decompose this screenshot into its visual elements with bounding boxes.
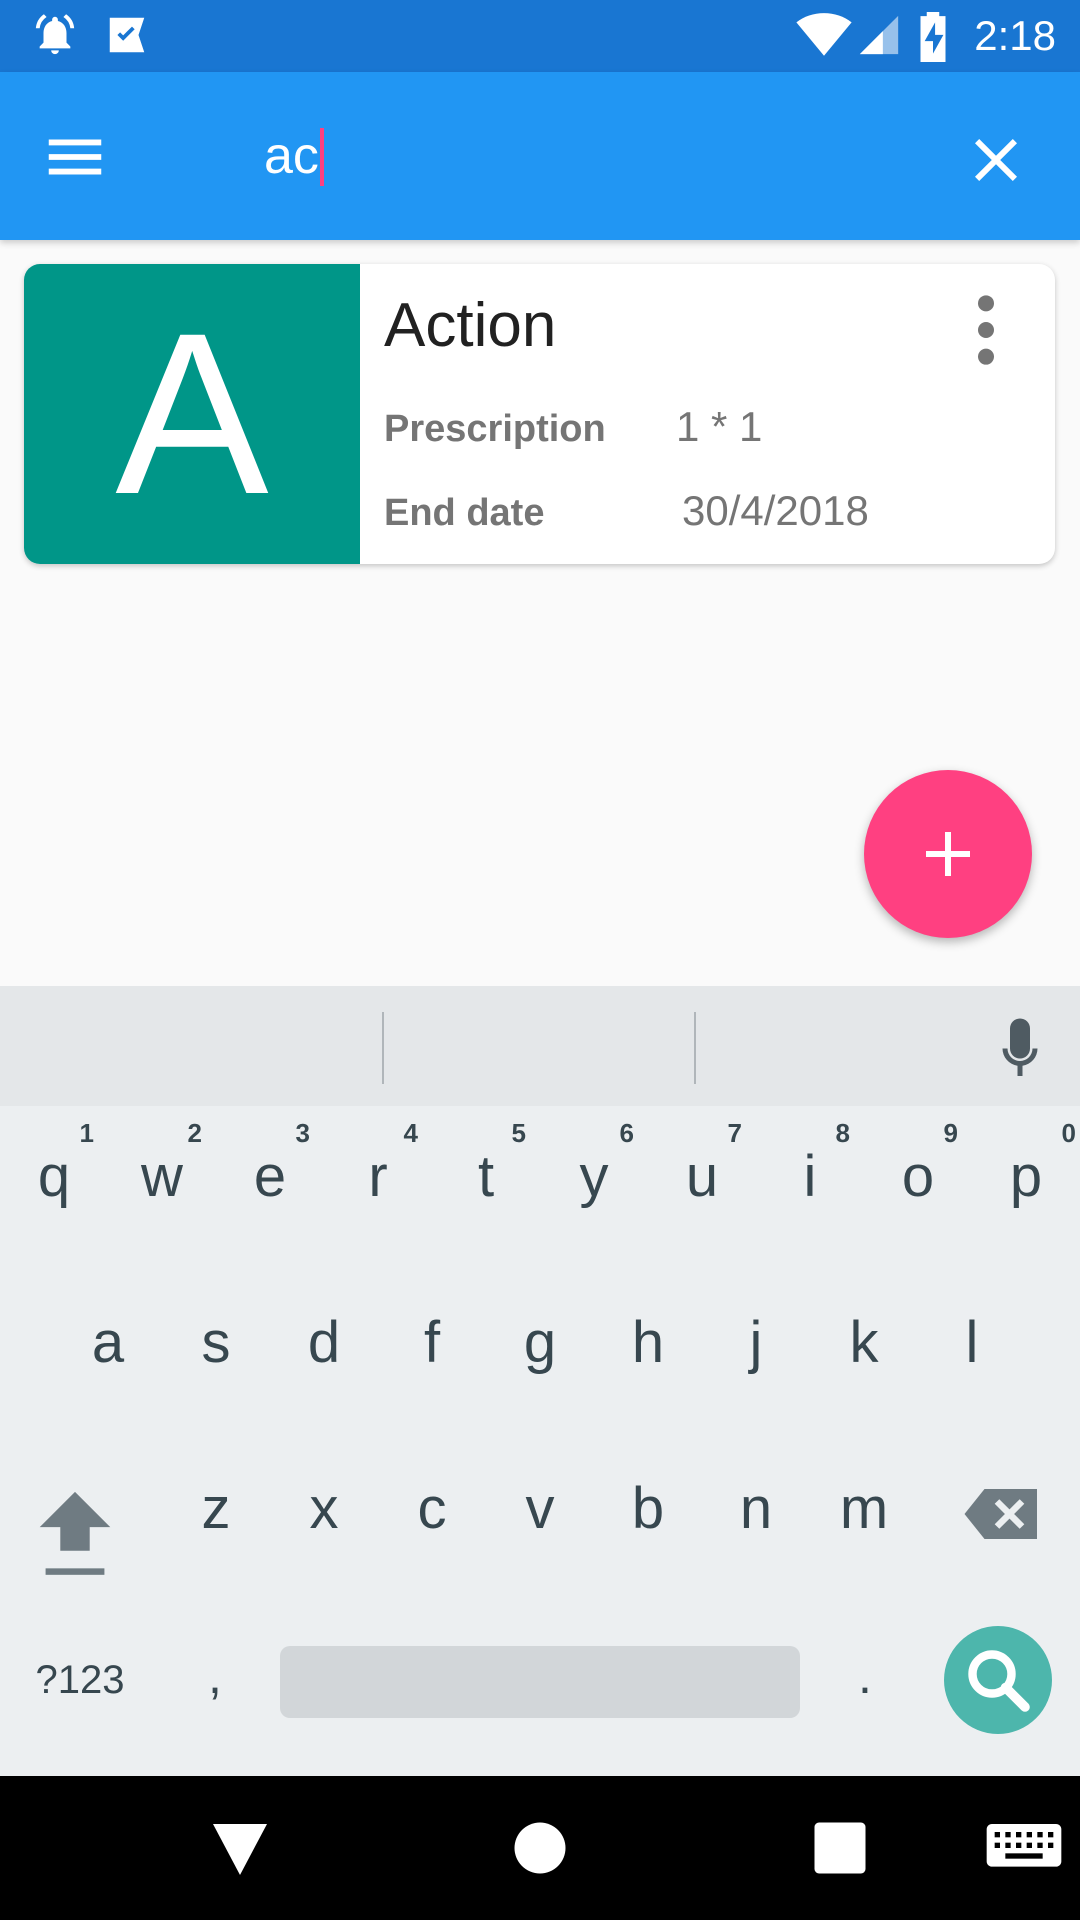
status-bar: 2:18	[0, 0, 1080, 72]
mic-icon[interactable]	[990, 1016, 1060, 1086]
key-p[interactable]: 0p	[972, 1110, 1080, 1250]
battery-charging-icon	[916, 12, 950, 67]
key-k[interactable]: k	[810, 1276, 918, 1416]
spacebar[interactable]	[280, 1646, 800, 1718]
avatar: A	[24, 264, 360, 564]
key-v[interactable]: v	[486, 1442, 594, 1582]
recents-icon[interactable]	[804, 1812, 876, 1884]
suggestion-divider	[382, 1012, 384, 1084]
end-date-value: 30/4/2018	[682, 487, 869, 534]
keyboard-icon[interactable]	[984, 1820, 1064, 1876]
key-g[interactable]: g	[486, 1276, 594, 1416]
clock: 2:18	[974, 12, 1056, 59]
end-date-label: End date	[384, 492, 545, 534]
key-l[interactable]: l	[918, 1276, 1026, 1416]
key-e[interactable]: 3e	[216, 1110, 324, 1250]
cell-signal-icon	[856, 12, 902, 63]
plus-icon	[926, 832, 970, 876]
avatar-letter: A	[115, 285, 269, 542]
key-y[interactable]: 6y	[540, 1110, 648, 1250]
back-icon[interactable]	[204, 1812, 276, 1884]
backspace-key[interactable]	[962, 1484, 1042, 1544]
key-o[interactable]: 9o	[864, 1110, 972, 1250]
key-q[interactable]: 1q	[0, 1110, 108, 1250]
key-s[interactable]: s	[162, 1276, 270, 1416]
key-h[interactable]: h	[594, 1276, 702, 1416]
more-vert-icon[interactable]	[958, 290, 1014, 370]
key-x[interactable]: x	[270, 1442, 378, 1582]
key-c[interactable]: c	[378, 1442, 486, 1582]
key-z[interactable]: z	[162, 1442, 270, 1582]
key-d[interactable]: d	[270, 1276, 378, 1416]
soft-keyboard: 1q 2w 3e 4r 5t 6y 7u 8i 9o 0p a s d f g …	[0, 986, 1080, 1776]
alarm-icon	[32, 12, 78, 63]
key-a[interactable]: a	[54, 1276, 162, 1416]
text-cursor	[320, 128, 324, 186]
prescription-value: 1 * 1	[676, 403, 763, 450]
key-u[interactable]: 7u	[648, 1110, 756, 1250]
key-b[interactable]: b	[594, 1442, 702, 1582]
comma-key[interactable]: ,	[180, 1636, 250, 1716]
period-key[interactable]: .	[830, 1636, 900, 1716]
key-m[interactable]: m	[810, 1442, 918, 1582]
key-t[interactable]: 5t	[432, 1110, 540, 1250]
backspace-icon	[964, 1489, 1037, 1539]
key-n[interactable]: n	[702, 1442, 810, 1582]
key-r[interactable]: 4r	[324, 1110, 432, 1250]
suggestion-strip	[0, 986, 1080, 1106]
search-key[interactable]	[944, 1626, 1052, 1734]
navigation-bar	[0, 1776, 1080, 1920]
search-icon	[968, 1650, 1030, 1712]
key-f[interactable]: f	[378, 1276, 486, 1416]
key-w[interactable]: 2w	[108, 1110, 216, 1250]
prescription-label: Prescription	[384, 408, 606, 450]
symbols-key[interactable]: ?123	[20, 1650, 140, 1710]
search-input[interactable]: ac	[264, 124, 319, 188]
wifi-icon	[796, 12, 852, 63]
shift-icon	[39, 1491, 111, 1575]
menu-icon[interactable]	[40, 122, 130, 192]
add-button[interactable]	[864, 770, 1032, 938]
app-bar: ac	[0, 72, 1080, 240]
medication-title: Action	[384, 291, 557, 360]
check-app-icon	[104, 12, 150, 63]
medication-card[interactable]: A Action Prescription 1 * 1 End date 30/…	[24, 264, 1055, 564]
key-i[interactable]: 8i	[756, 1110, 864, 1250]
close-icon[interactable]	[960, 124, 1032, 196]
key-j[interactable]: j	[702, 1276, 810, 1416]
suggestion-divider	[694, 1012, 696, 1084]
shift-key[interactable]	[30, 1486, 120, 1586]
home-icon[interactable]	[504, 1812, 576, 1884]
